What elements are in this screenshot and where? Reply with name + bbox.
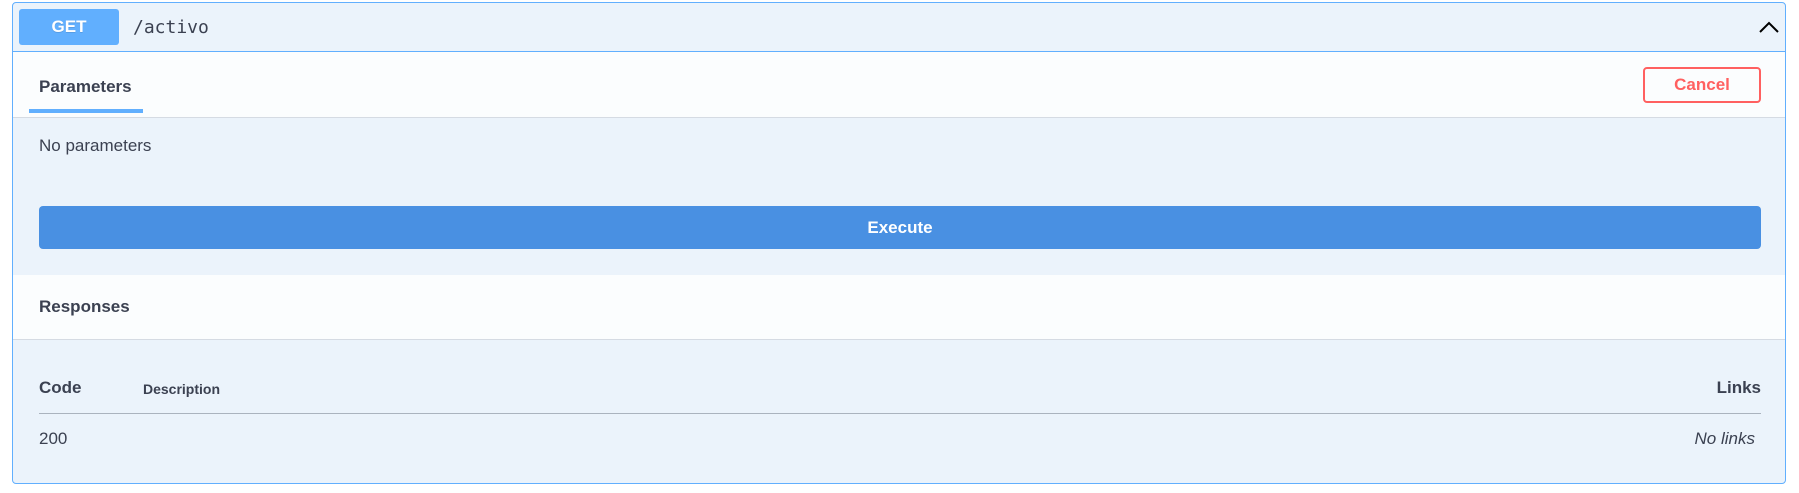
column-header-code: Code — [39, 378, 82, 397]
responses-title: Responses — [39, 297, 130, 316]
column-header-description: Description — [143, 381, 221, 397]
operation-block: GET /activo Parameters Cancel No paramet… — [12, 2, 1786, 484]
chevron-up-icon[interactable] — [1757, 15, 1781, 39]
execute-button[interactable]: Execute — [39, 206, 1761, 249]
response-code: 200 — [39, 429, 68, 448]
column-header-links: Links — [1716, 378, 1761, 397]
http-method-badge: GET — [19, 9, 119, 45]
table-divider — [39, 413, 1761, 414]
active-tab-indicator — [29, 109, 143, 113]
cancel-button[interactable]: Cancel — [1643, 67, 1761, 103]
operation-path: /activo — [133, 16, 209, 38]
parameters-tab-header: Parameters Cancel — [13, 52, 1785, 118]
response-links: No links — [1694, 429, 1755, 448]
operation-summary[interactable]: GET /activo — [13, 3, 1785, 52]
responses-header: Responses — [13, 275, 1785, 340]
tab-parameters[interactable]: Parameters — [39, 77, 132, 97]
no-parameters-text: No parameters — [39, 136, 152, 155]
